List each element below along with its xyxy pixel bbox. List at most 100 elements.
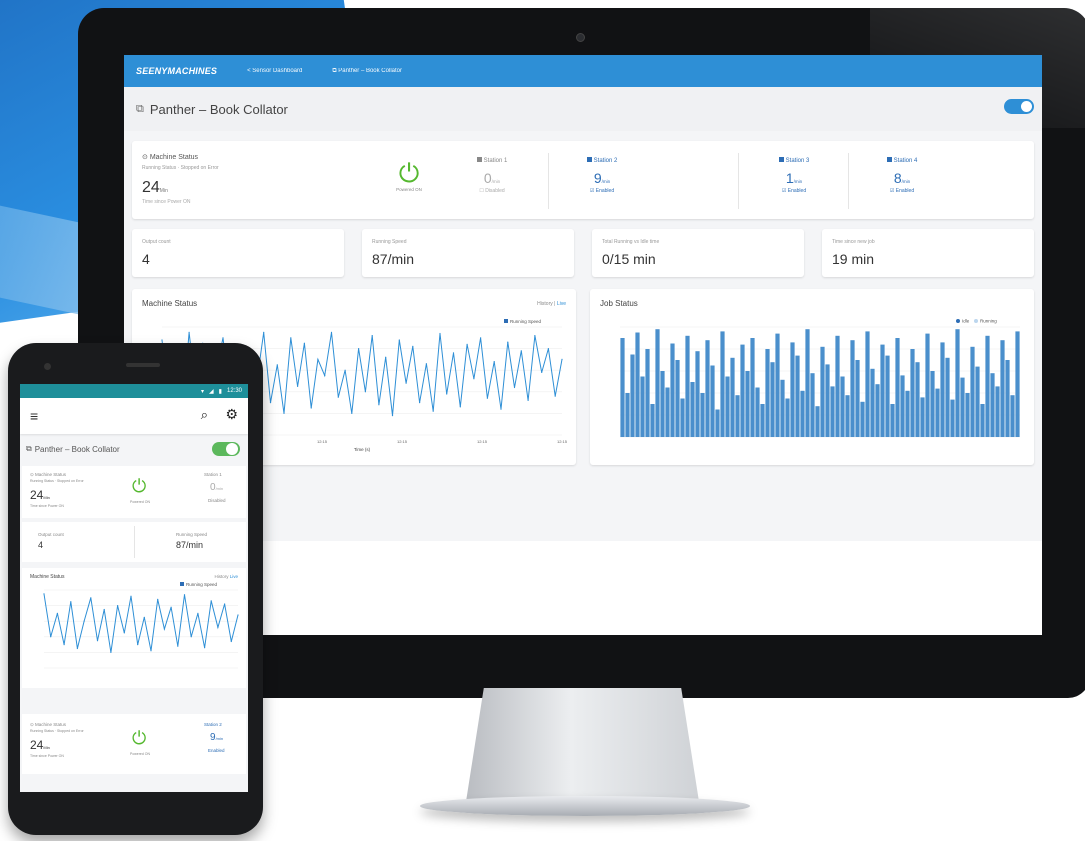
divider xyxy=(848,153,849,209)
camera-dot xyxy=(576,33,585,42)
machine-status-card: ⊙ Machine Status Running Status · Stoppe… xyxy=(132,141,1034,219)
data-point xyxy=(412,345,414,347)
monitor-stand xyxy=(465,688,700,808)
data-point xyxy=(452,352,455,354)
station-2[interactable]: Station 2 9/min ☑ Enabled xyxy=(572,157,632,194)
data-point xyxy=(378,404,380,406)
phone-station-value: 0/min xyxy=(210,482,224,493)
monitor-stand-base xyxy=(420,796,750,816)
station-3[interactable]: Station 3 1/min ☑ Enabled xyxy=(764,157,824,194)
copy-icon: ⧉ xyxy=(136,102,144,115)
legend-swatch-running-speed xyxy=(180,582,184,586)
bar-running xyxy=(875,384,880,437)
station-2-value: 9/min xyxy=(593,170,611,186)
page-title: Panther – Book Collator xyxy=(149,101,288,117)
metric-label: Time since new job xyxy=(832,239,875,245)
bar-running xyxy=(970,346,975,437)
data-point xyxy=(90,597,92,599)
search-icon[interactable]: ⌕ xyxy=(201,407,208,423)
bar-running xyxy=(955,329,960,437)
phone-power-toggle[interactable] xyxy=(212,442,240,456)
bar-running xyxy=(680,398,685,437)
bar-running xyxy=(760,404,765,437)
bar-running xyxy=(885,355,890,437)
machine-status-value: 24Min xyxy=(142,179,168,196)
wifi-icon: ▾ xyxy=(201,388,205,395)
power-label: Powered ON xyxy=(396,187,422,192)
phone-line-chart: Running Speed xyxy=(43,582,239,669)
phone-page-title: Panther – Book Collator xyxy=(34,444,120,454)
phone-ms-footer: Time since Power ON xyxy=(30,504,64,508)
legend-label-idle: Idle xyxy=(962,319,970,324)
data-point xyxy=(222,337,224,339)
power-icon: ⏻ xyxy=(398,158,420,188)
bar-running xyxy=(695,351,700,437)
station-3-value: 1/min xyxy=(785,170,803,186)
bar-running xyxy=(930,371,935,437)
job-status-chart-card: Job Status Idle Running xyxy=(590,289,1034,465)
phone-ms-value: 24Min xyxy=(30,738,50,752)
phone-chart-mode[interactable]: History Live xyxy=(214,574,238,579)
data-point xyxy=(324,375,326,377)
data-point xyxy=(541,371,543,373)
data-point xyxy=(425,363,427,365)
bar-running xyxy=(620,338,625,437)
bar-running xyxy=(850,340,855,437)
data-point xyxy=(188,331,190,333)
bar-running xyxy=(655,329,660,437)
legend-label-running-speed: Running Speed xyxy=(510,319,542,324)
data-point xyxy=(405,382,407,384)
data-point xyxy=(534,335,536,337)
data-point xyxy=(157,598,159,600)
bar-running xyxy=(965,393,970,437)
chart-mode-toggle[interactable]: History | Live xyxy=(537,301,566,307)
bar-running xyxy=(765,349,770,437)
bar-running xyxy=(630,354,635,437)
phone-ms-value: 24Min xyxy=(30,488,50,502)
data-point xyxy=(177,645,179,647)
phone-power-label: Powered ON xyxy=(130,500,151,504)
data-point xyxy=(500,408,502,410)
bar-running xyxy=(625,393,630,437)
phone-speaker xyxy=(126,363,160,367)
bar-running xyxy=(880,344,885,437)
legend-swatch-idle xyxy=(956,319,960,323)
bar-running xyxy=(960,377,965,437)
bar-running xyxy=(755,387,760,437)
metric-output-count: Output count 4 xyxy=(132,229,344,277)
phone-metric-label: Running Speed xyxy=(176,532,208,537)
data-point xyxy=(391,415,394,417)
machine-status-title: ⊙ Machine Status xyxy=(142,154,199,161)
bar-running xyxy=(925,333,930,437)
phone-screen: ▾ ◢ ▮ 12:30 ≡ ⌕ ⚙ ⧉ Panther – Book Colla… xyxy=(20,384,248,792)
station-1-status: ☐ Disabled xyxy=(479,188,505,194)
data-point xyxy=(398,339,400,341)
bar-running xyxy=(795,355,800,437)
station-4[interactable]: Station 4 8/min ☑ Enabled xyxy=(872,157,932,194)
legend-swatch-running xyxy=(974,319,978,323)
menu-icon[interactable]: ≡ xyxy=(30,408,38,424)
data-point xyxy=(432,410,434,412)
data-point xyxy=(263,331,265,333)
bar-running xyxy=(820,346,825,437)
nav-sensor-dashboard[interactable]: < Sensor Dashboard xyxy=(247,68,302,74)
bar-running xyxy=(705,340,710,437)
brand-logo[interactable]: SEENYMACHINES xyxy=(136,66,217,76)
data-point xyxy=(358,348,360,350)
data-point xyxy=(337,396,339,398)
bar-running xyxy=(665,387,670,437)
data-point xyxy=(486,397,488,399)
data-point xyxy=(290,337,292,339)
bar-running xyxy=(670,343,675,437)
bar-running xyxy=(770,362,775,437)
data-point xyxy=(554,395,556,397)
power-icon: ⏻ xyxy=(132,728,147,748)
power-toggle[interactable] xyxy=(1004,99,1034,114)
phone-machine-status-card: ⊙ Machine Status Running Status · Stoppe… xyxy=(22,466,246,518)
bar-running xyxy=(805,329,810,437)
phone-chart-title: Machine Status xyxy=(30,574,65,580)
legend-label-running-speed: Running Speed xyxy=(186,582,218,587)
station-1[interactable]: Station 1 0/min ☐ Disabled xyxy=(462,157,522,194)
gear-icon[interactable]: ⚙ xyxy=(225,406,238,423)
nav-panther[interactable]: ⧉ Panther – Book Collator xyxy=(332,68,402,75)
